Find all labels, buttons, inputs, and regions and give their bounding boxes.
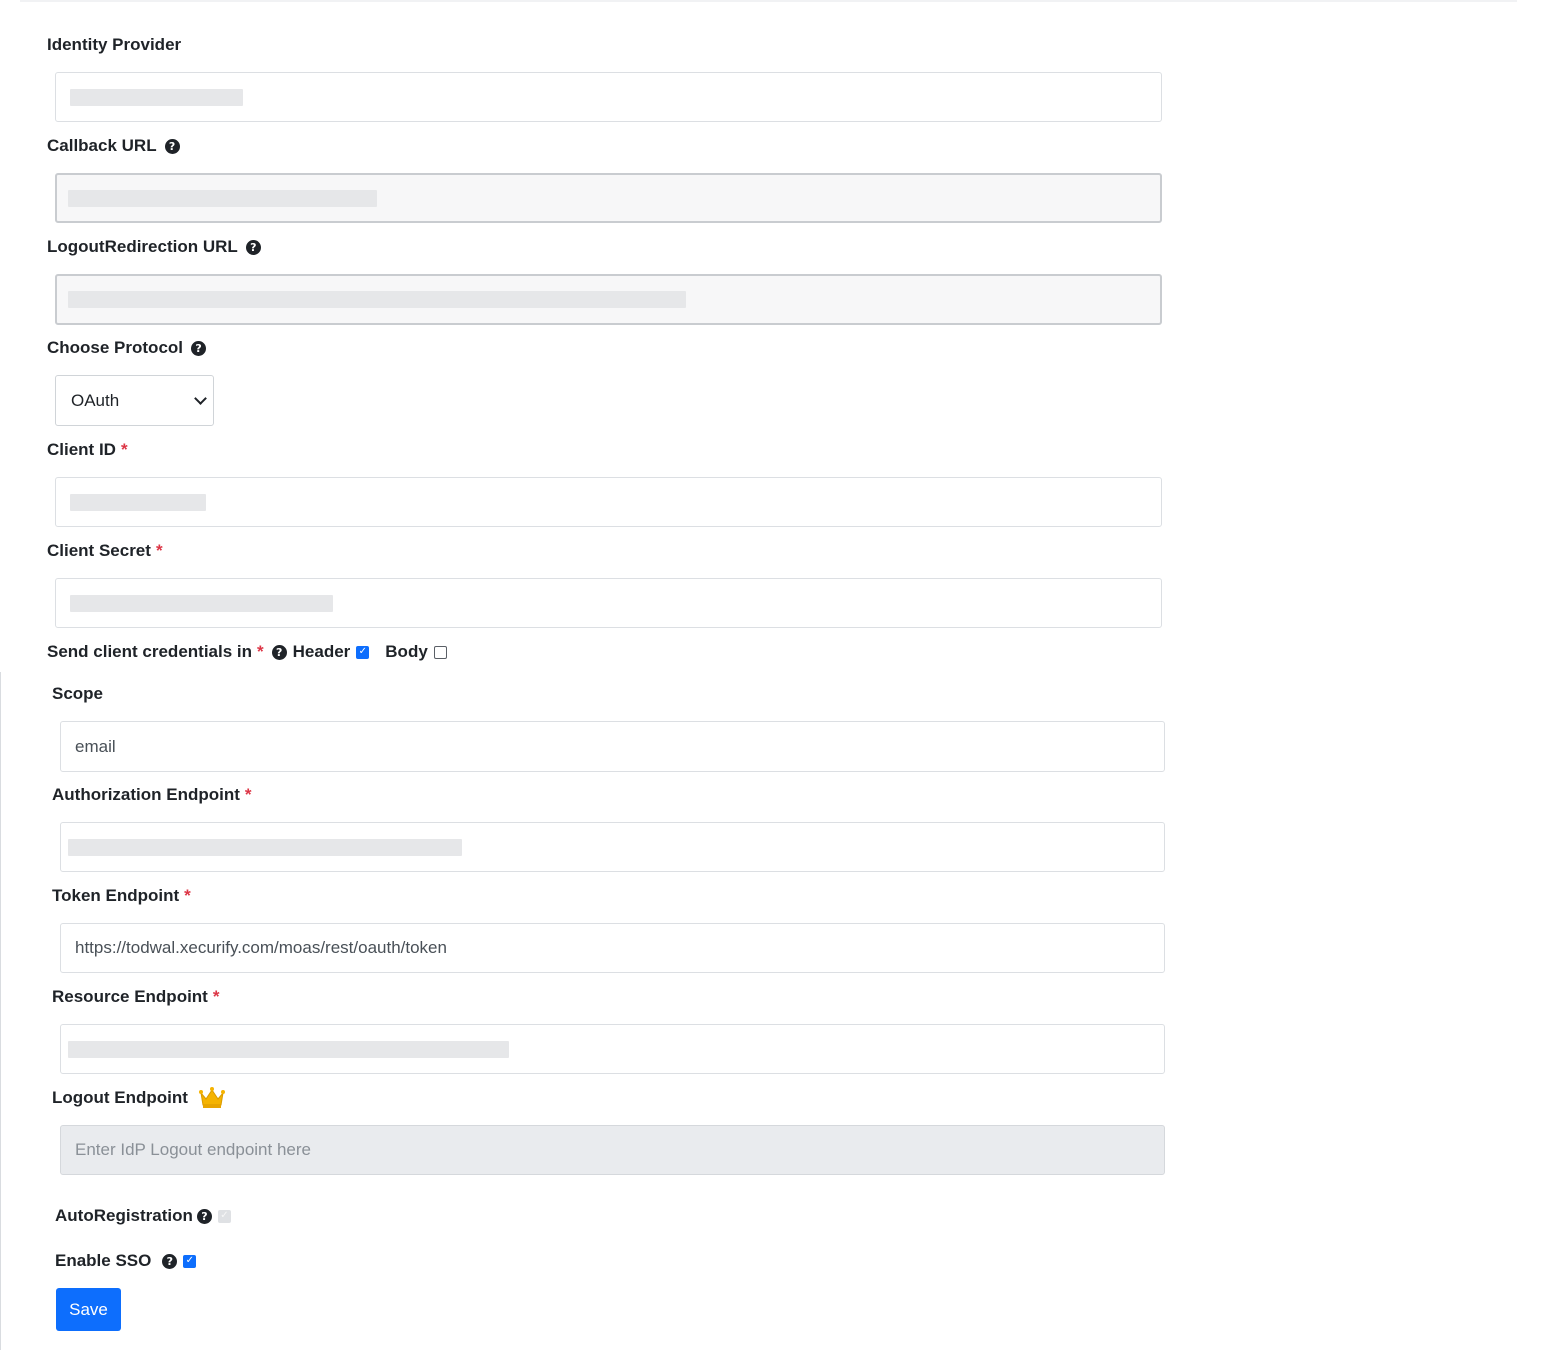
redacted-value [70,88,243,106]
client-id-label: Client ID * [47,440,128,459]
resource-endpoint-input[interactable] [60,1024,1165,1074]
protocol-select[interactable]: OAuth [55,375,214,426]
header-option-label: Header [292,642,351,661]
client-id-input[interactable] [55,477,1162,527]
send-credentials-row: Send client credentials in * ? Header ✓ … [47,640,447,664]
help-icon[interactable]: ? [271,644,287,660]
client-secret-input[interactable] [55,578,1162,628]
enable-sso-row: Enable SSO ? ✓ [55,1249,197,1273]
required-mark: * [212,987,220,1006]
token-endpoint-label: Token Endpoint * [52,886,191,905]
required-mark: * [257,642,264,661]
authorization-endpoint-label: Authorization Endpoint * [52,785,252,804]
auto-registration-row: AutoRegistration ? ✓ [55,1204,231,1228]
body-checkbox[interactable] [433,645,447,659]
protocol-selected-value: OAuth [71,390,120,410]
required-mark: * [244,785,252,804]
redacted-value [70,594,333,612]
scope-label: Scope [52,684,104,703]
authorization-endpoint-input[interactable] [60,822,1165,872]
scope-value: email [75,736,116,756]
enable-sso-checkbox[interactable]: ✓ [183,1254,197,1268]
auto-registration-checkbox: ✓ [217,1209,231,1223]
logout-redirection-url-input[interactable] [55,274,1162,325]
logout-redirection-url-label: LogoutRedirection URL ? [47,235,261,259]
redacted-value [70,493,206,511]
chevron-down-icon [194,392,207,405]
left-divider [0,672,1,1350]
redacted-value [68,189,377,207]
save-button[interactable]: Save [56,1288,121,1331]
redacted-value [68,838,462,856]
required-mark: * [155,541,163,560]
help-icon[interactable]: ? [191,340,207,356]
logout-endpoint-input[interactable]: Enter IdP Logout endpoint here [60,1125,1165,1175]
identity-provider-input[interactable] [55,72,1162,122]
help-icon[interactable]: ? [245,239,261,255]
required-mark: * [120,440,128,459]
identity-provider-label: Identity Provider [47,35,182,54]
header-checkbox[interactable]: ✓ [356,645,370,659]
help-icon[interactable]: ? [164,138,180,154]
token-endpoint-value: https://todwal.xecurify.com/moas/rest/oa… [75,938,447,957]
required-mark: * [184,886,191,905]
redacted-value [68,1040,509,1058]
token-endpoint-input[interactable]: https://todwal.xecurify.com/moas/rest/oa… [60,923,1165,973]
top-divider [20,0,1517,2]
scope-input[interactable]: email [60,721,1165,772]
choose-protocol-label: Choose Protocol ? [47,336,207,360]
help-icon[interactable]: ? [196,1208,212,1224]
client-secret-label: Client Secret * [47,541,163,560]
logout-endpoint-label: Logout Endpoint [52,1086,226,1110]
body-option-label: Body [385,642,428,661]
resource-endpoint-label: Resource Endpoint * [52,987,220,1006]
redacted-value [68,291,686,308]
crown-icon [198,1087,225,1108]
callback-url-label: Callback URL ? [47,134,180,158]
callback-url-input[interactable] [55,173,1162,223]
help-icon[interactable]: ? [162,1253,178,1269]
logout-endpoint-placeholder: Enter IdP Logout endpoint here [75,1140,311,1159]
